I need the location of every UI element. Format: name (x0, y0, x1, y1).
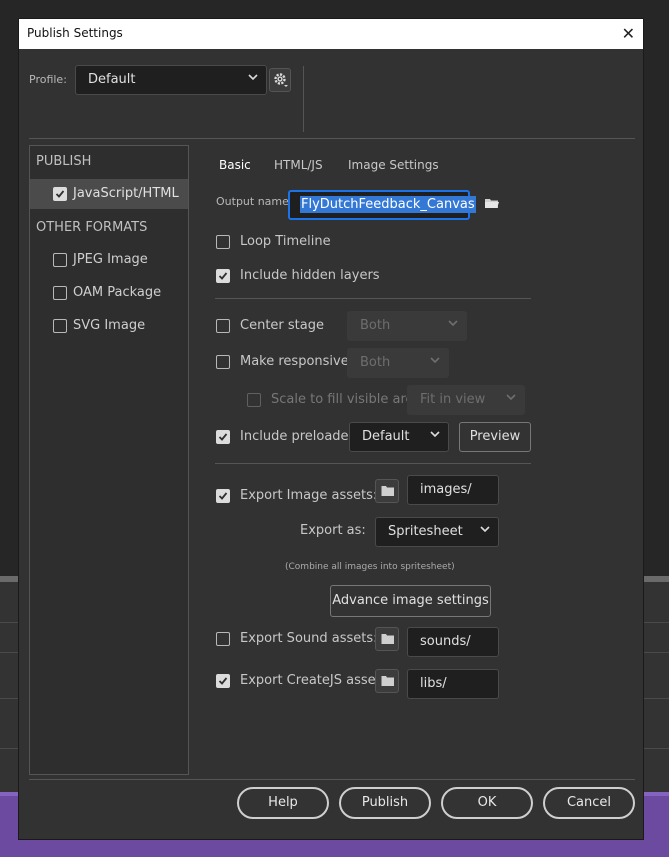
scale-to-fill-checkbox[interactable] (247, 393, 261, 407)
chevron-down-icon (506, 393, 516, 401)
gear-icon (273, 72, 289, 92)
center-stage-checkbox[interactable] (216, 319, 230, 333)
formats-panel: PUBLISH JavaScript/HTML OTHER FORMATS JP… (29, 145, 189, 775)
publish-settings-dialog: Publish Settings ✕ Profile: Default PUBL… (18, 18, 644, 840)
image-assets-path: images/ (420, 482, 472, 497)
output-name-input[interactable]: FlyDutchFeedback_Canvas (288, 190, 476, 220)
format-label: JPEG Image (73, 252, 148, 267)
image-assets-folder-button[interactable] (375, 479, 399, 503)
scale-to-fill-label: Scale to fill visible area (271, 392, 422, 407)
output-name-value: FlyDutchFeedback_Canvas (300, 196, 476, 213)
format-label: OAM Package (73, 285, 162, 300)
folder-icon (381, 486, 394, 496)
center-stage-dropdown[interactable]: Both (347, 311, 467, 341)
help-button[interactable]: Help (237, 787, 329, 819)
spritesheet-note: (Combine all images into spritesheet) (285, 562, 455, 572)
export-sound-assets-checkbox[interactable] (216, 632, 230, 646)
format-checkbox-jpeg[interactable] (53, 253, 67, 267)
folder-icon (381, 676, 394, 686)
chevron-down-icon (480, 525, 490, 533)
include-hidden-layers-label: Include hidden layers (240, 268, 380, 283)
loop-timeline-checkbox[interactable] (216, 235, 230, 249)
make-responsive-label: Make responsive (240, 354, 349, 369)
output-name-label: Output name: (216, 195, 293, 208)
dialog-titlebar: Publish Settings ✕ (19, 19, 643, 49)
sound-assets-path: sounds/ (420, 634, 471, 649)
folder-icon (381, 634, 394, 644)
format-checkbox-javascript-html[interactable] (53, 187, 67, 201)
preloader-dropdown[interactable]: Default (349, 422, 449, 452)
sound-assets-path-input[interactable]: sounds/ (407, 627, 499, 657)
format-label: JavaScript/HTML (73, 186, 179, 201)
export-sound-assets-label: Export Sound assets: (240, 631, 378, 646)
chevron-down-icon (430, 356, 440, 364)
profile-settings-button[interactable] (269, 68, 291, 92)
header-divider (29, 138, 635, 139)
format-item-jpeg[interactable]: JPEG Image (30, 245, 188, 275)
folder-open-icon[interactable] (484, 196, 500, 214)
profile-label: Profile: (29, 73, 67, 86)
export-as-value: Spritesheet (388, 524, 463, 539)
tab-image-settings[interactable]: Image Settings (348, 158, 439, 172)
ok-button[interactable]: OK (441, 787, 533, 819)
createjs-assets-folder-button[interactable] (375, 669, 399, 693)
export-as-label: Export as: (300, 523, 366, 538)
include-preloader-label: Include preloader (240, 429, 354, 444)
format-checkbox-oam[interactable] (53, 286, 67, 300)
sound-assets-folder-button[interactable] (375, 627, 399, 651)
createjs-assets-path-input[interactable]: libs/ (407, 669, 499, 699)
include-preloader-checkbox[interactable] (216, 430, 230, 444)
preview-button[interactable]: Preview (459, 422, 531, 452)
cancel-button[interactable]: Cancel (543, 787, 635, 819)
make-responsive-dropdown[interactable]: Both (347, 348, 449, 378)
loop-timeline-label: Loop Timeline (240, 234, 331, 249)
export-image-assets-checkbox[interactable] (216, 489, 230, 503)
center-stage-value: Both (360, 318, 391, 333)
footer-divider (29, 779, 635, 780)
center-stage-label: Center stage (240, 318, 324, 333)
chevron-down-icon (430, 430, 440, 438)
section-divider (215, 463, 531, 464)
profile-dropdown[interactable]: Default (75, 65, 267, 95)
format-item-svg[interactable]: SVG Image (30, 311, 188, 341)
format-checkbox-svg[interactable] (53, 319, 67, 333)
export-as-dropdown[interactable]: Spritesheet (375, 517, 499, 547)
chevron-down-icon (448, 319, 458, 327)
tab-basic[interactable]: Basic (219, 158, 251, 172)
chevron-down-icon (248, 73, 258, 81)
advance-image-settings-button[interactable]: Advance image settings (330, 585, 491, 617)
profile-divider (303, 66, 304, 132)
export-createjs-assets-checkbox[interactable] (216, 674, 230, 688)
profile-value: Default (88, 72, 136, 87)
format-item-oam[interactable]: OAM Package (30, 278, 188, 308)
publish-heading: PUBLISH (36, 154, 92, 169)
export-createjs-assets-label: Export CreateJS assets: (240, 673, 392, 688)
scale-to-fill-value: Fit in view (420, 392, 486, 407)
image-assets-path-input[interactable]: images/ (407, 475, 499, 505)
publish-button[interactable]: Publish (339, 787, 431, 819)
scale-to-fill-dropdown[interactable]: Fit in view (407, 385, 525, 415)
dialog-title: Publish Settings (27, 26, 123, 40)
make-responsive-checkbox[interactable] (216, 355, 230, 369)
format-item-javascript-html[interactable]: JavaScript/HTML (30, 179, 188, 209)
format-label: SVG Image (73, 318, 146, 333)
createjs-assets-path: libs/ (420, 676, 447, 691)
include-hidden-layers-checkbox[interactable] (216, 269, 230, 283)
make-responsive-value: Both (360, 355, 391, 370)
export-image-assets-label: Export Image assets: (240, 488, 378, 503)
preloader-value: Default (362, 429, 410, 444)
other-formats-heading: OTHER FORMATS (36, 220, 148, 235)
close-icon[interactable]: ✕ (622, 24, 635, 43)
tab-html-js[interactable]: HTML/JS (274, 158, 323, 172)
section-divider (215, 298, 531, 299)
